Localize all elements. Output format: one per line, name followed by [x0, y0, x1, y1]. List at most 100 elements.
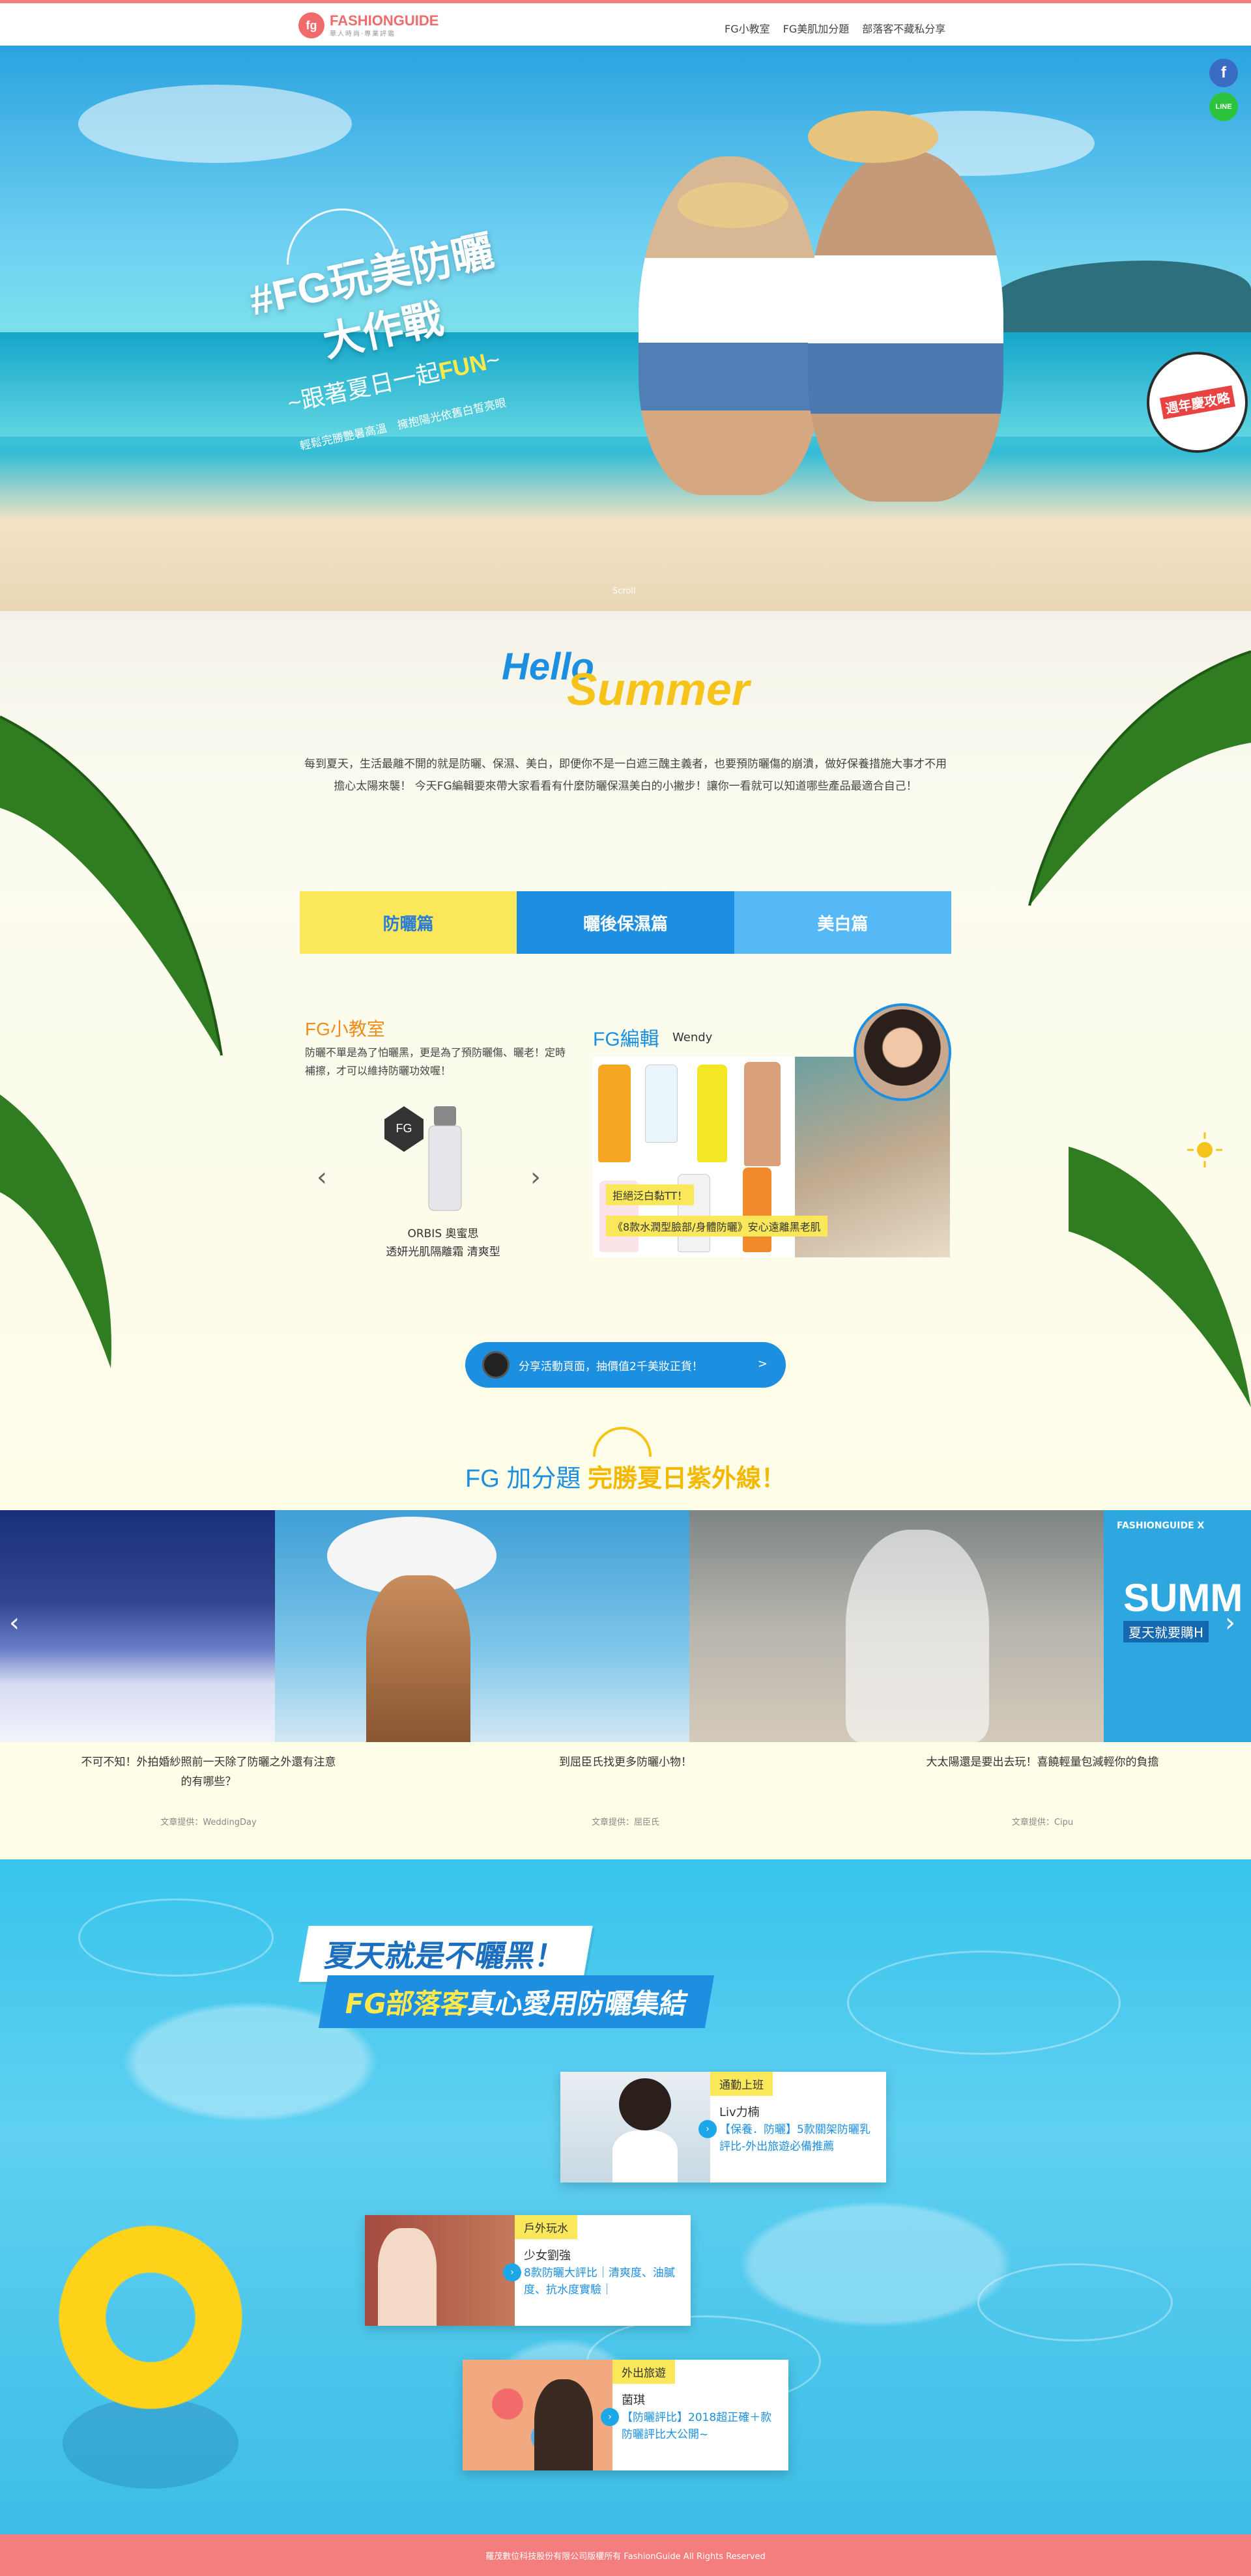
cloud	[78, 85, 352, 163]
bonus-title-highlight: 完勝夏日紫外線！	[587, 1465, 786, 1493]
anniversary-badge-label: 週年慶攻略	[1159, 385, 1235, 420]
palm-leaf-left-top	[0, 715, 223, 1056]
orbis-product-image[interactable]: FG	[378, 1100, 508, 1217]
product-name: 透妍光肌隔離霜 清爽型	[386, 1246, 500, 1259]
blogger-photo-3	[463, 2360, 612, 2470]
bonus-title: FG 加分題 完勝夏日紫外線！	[0, 1458, 1251, 1494]
footer-copyright: 羅茂數位科技股份有限公司版權所有 FashionGuide All Rights…	[485, 2551, 766, 2562]
editor-pick-panel[interactable]: FG編輯 Wendy 拒絕泛白黏TT！ 《8款水潤型臉部/身體防曬》安心遠離黑老…	[593, 1003, 951, 1257]
footer: 羅茂數位科技股份有限公司版權所有 FashionGuide All Rights…	[0, 2534, 1251, 2576]
blogger-tag-3: 外出旅遊	[612, 2360, 675, 2384]
nav-item-fg-class[interactable]: FG小教室	[725, 20, 770, 36]
person	[378, 2228, 437, 2326]
blogger-card-3[interactable]: › 外出旅遊 菌琪 【防曬評比】2018超正確＋款防曬評比大公開~	[463, 2360, 788, 2470]
palm-leaf-right-top	[1028, 650, 1251, 906]
caption-1-line2: 的有哪些？	[180, 1775, 237, 1788]
scroll-indicator[interactable]: Scroll	[612, 586, 636, 596]
carousel-source-3: 文章提供：Cipu	[1011, 1818, 1074, 1827]
facebook-icon[interactable]: f	[1209, 59, 1238, 87]
hair	[619, 2078, 671, 2130]
fg-class-panel: FG小教室 防曬不單是為了怕曬黑，更是為了預防曬傷、曬老！定時補擦，才可以維持防…	[305, 1015, 566, 1080]
hero-subtitle-highlight: FUN	[436, 348, 489, 385]
blogger-title-highlight: FG部落客	[342, 1988, 471, 2020]
caption-1-line1: 不可不知！外拍婚紗照前一天除了防曬之外還有注意	[81, 1756, 336, 1769]
carousel-caption-1[interactable]: 不可不知！外拍婚紗照前一天除了防曬之外還有注意 的有哪些？	[39, 1753, 378, 1792]
product-tube	[697, 1065, 727, 1162]
share-button-label: 分享活動頁面，抽價值2千美妝正貨！	[519, 1360, 703, 1373]
nav-item-bloggers[interactable]: 部落客不藏私分享	[862, 20, 945, 36]
carousel-caption-3[interactable]: 大太陽還是要出去玩！喜饒輕量包減輕你的負擔	[873, 1753, 1212, 1772]
promo-subtext: 夏天就要購H	[1123, 1621, 1209, 1642]
product-caption: ORBIS 奧蜜思 透妍光肌隔離霜 清爽型	[352, 1225, 534, 1261]
compact-icon	[482, 1351, 510, 1379]
blogger-name-2: 少女劉強	[524, 2249, 571, 2263]
carousel-next-icon[interactable]: ›	[1225, 1608, 1235, 1638]
hero-banner	[0, 46, 1251, 611]
anniversary-badge[interactable]: 週年慶攻略	[1147, 352, 1248, 453]
island	[990, 261, 1251, 332]
carousel-image-bride[interactable]	[689, 1510, 1104, 1742]
blogger-photo-1	[560, 2072, 710, 2182]
bonus-carousel: FASHIONGUIDE X SUMM 夏天就要購H ‹ ›	[0, 1510, 1251, 1742]
share-button[interactable]: 分享活動頁面，抽價值2千美妝正貨！ >	[465, 1342, 786, 1388]
blogger-tag-2: 戶外玩水	[515, 2215, 577, 2239]
tab-after-sun[interactable]: 曬後保濕篇	[517, 891, 734, 954]
top-bar: fg FASHIONGUIDE 華人時尚·專業評鑑 FG小教室 FG美肌加分題 …	[0, 0, 1251, 46]
carousel-source-2: 文章提供：屈臣氏	[591, 1818, 659, 1827]
play-icon: ›	[698, 2120, 717, 2138]
water-ripple	[977, 2263, 1173, 2341]
nav-item-bonus[interactable]: FG美肌加分題	[783, 20, 850, 36]
blogger-title-2: FG部落客真心愛用防曬集結	[318, 1975, 715, 2028]
carousel-caption-2[interactable]: 到屈臣氏找更多防曬小物！	[456, 1753, 795, 1772]
blogger-card-1[interactable]: › 通勤上班 Liv力楠 【保養．防曬】5款關架防曬乳評比-外出旅遊必備推薦	[560, 2072, 886, 2182]
blogger-desc-3[interactable]: 【防曬評比】2018超正確＋款防曬評比大公開~	[622, 2409, 778, 2443]
carousel-image-sun-hat-woman[interactable]	[275, 1510, 689, 1742]
promo-brand: FASHIONGUIDE X	[1117, 1521, 1205, 1531]
fg-class-title: FG小教室	[305, 1019, 385, 1039]
logo-text: FASHIONGUIDE	[330, 12, 439, 29]
product-tube	[598, 1065, 631, 1162]
line-icon[interactable]: LINE	[1209, 93, 1238, 121]
logo-subtitle: 華人時尚·專業評鑑	[330, 30, 396, 38]
person	[534, 2379, 593, 2470]
blogger-desc-2[interactable]: 8款防曬大評比｜清爽度、油膩度、抗水度實驗｜	[524, 2265, 680, 2298]
site-logo[interactable]: fg FASHIONGUIDE 華人時尚·專業評鑑	[298, 12, 439, 38]
play-icon: ›	[503, 2263, 521, 2282]
blogger-tag-1: 通勤上班	[710, 2072, 773, 2096]
carousel-image-snow-village[interactable]	[0, 1510, 275, 1742]
swim-ring-image	[56, 2223, 245, 2412]
blogger-desc-1[interactable]: 【保養．防曬】5款關架防曬乳評比-外出旅遊必備推薦	[719, 2121, 876, 2155]
logo-icon: fg	[298, 12, 324, 38]
tab-sunscreen[interactable]: 防曬篇	[300, 891, 517, 954]
wedding-veil	[846, 1530, 989, 1742]
palm-leaf-right-bottom	[1069, 1147, 1251, 1407]
fg-class-body: 防曬不單是為了怕曬黑，更是為了預防曬傷、曬老！定時補擦，才可以維持防曬功效喔！	[305, 1046, 566, 1077]
blogger-card-2[interactable]: › 戶外玩水 少女劉強 8款防曬大評比｜清爽度、油膩度、抗水度實驗｜	[365, 2215, 691, 2326]
share-arrow-icon: >	[757, 1357, 768, 1371]
carousel-prev-icon[interactable]: ‹	[9, 1608, 20, 1638]
summer-intro: 每到夏天，生活最離不開的就是防曬、保濕、美白，即便你不是一白遮三醜主義者，也要預…	[304, 758, 947, 793]
prev-arrow-icon[interactable]: ‹	[317, 1162, 327, 1192]
editor-label-1: 拒絕泛白黏TT！	[606, 1184, 695, 1205]
product-tube	[645, 1065, 678, 1143]
main-nav: FG小教室 FG美肌加分題 部落客不藏私分享	[725, 20, 945, 36]
blogger-title-1: 夏天就是不曬黑！	[298, 1926, 593, 1982]
torso	[612, 2130, 678, 2182]
product-badge-text: FG	[396, 1122, 412, 1135]
girl-right-figure	[808, 150, 1003, 502]
water-ripple	[78, 1898, 274, 1977]
blogger-photo-2	[365, 2215, 515, 2326]
editor-label-2: 《8款水潤型臉部/身體防曬》安心遠離黑老肌	[606, 1216, 827, 1237]
straw-hat-right	[808, 111, 938, 163]
tab-whitening[interactable]: 美白篇	[734, 891, 951, 954]
blogger-name-3: 菌琪	[622, 2394, 645, 2407]
straw-hat-left	[678, 182, 788, 228]
palm-leaf-left-bottom	[0, 1095, 111, 1368]
editor-title: FG編輯	[593, 1029, 659, 1050]
play-icon: ›	[601, 2408, 619, 2426]
water-ripple	[847, 1951, 1121, 2055]
woman-figure	[366, 1575, 470, 1742]
product-tube	[743, 1167, 771, 1252]
next-arrow-icon[interactable]: ›	[530, 1162, 541, 1192]
editor-avatar	[854, 1003, 951, 1101]
